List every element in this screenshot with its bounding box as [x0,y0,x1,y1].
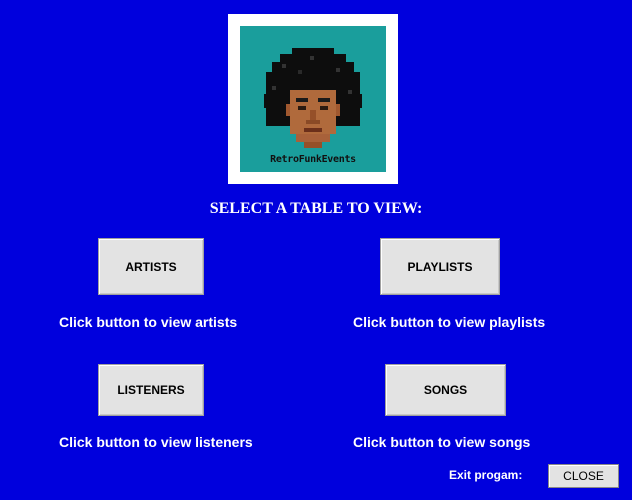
artists-hint: Click button to view artists [59,314,238,330]
page-title: SELECT A TABLE TO VIEW: [209,200,423,217]
retro-funk-avatar-icon [264,48,362,148]
songs-button[interactable]: SONGS [385,364,506,416]
songs-hint: Click button to view songs [353,434,531,450]
playlists-button[interactable]: PLAYLISTS [380,238,500,295]
listeners-hint: Click button to view listeners [59,434,253,450]
logo: RetroFunkEvents [240,26,386,172]
listeners-button[interactable]: LISTENERS [98,364,204,416]
artists-button[interactable]: ARTISTS [98,238,204,295]
logo-frame: RetroFunkEvents [228,14,398,184]
main-window: RetroFunkEvents SELECT A TABLE TO VIEW: … [0,0,632,500]
logo-text: RetroFunkEvents [270,154,356,165]
close-button[interactable]: CLOSE [548,464,619,488]
playlists-hint: Click button to view playlists [353,314,546,330]
exit-label: Exit progam: [449,468,523,482]
